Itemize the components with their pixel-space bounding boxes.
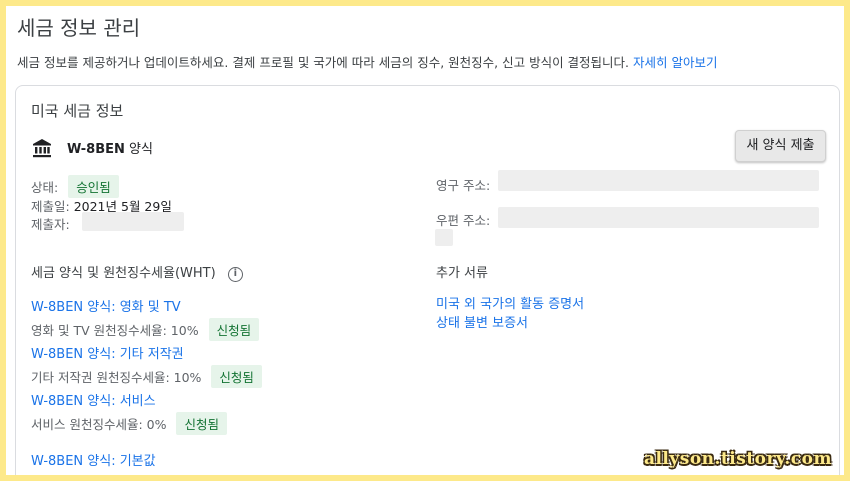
form-suffix: 양식 bbox=[124, 142, 153, 157]
permanent-address-redacted bbox=[498, 170, 819, 191]
wht-section-title: 세금 양식 및 원천징수세율(WHT) i bbox=[31, 262, 243, 282]
applied-badge: 신청됨 bbox=[211, 365, 262, 388]
applied-badge: 신청됨 bbox=[176, 412, 227, 435]
submit-new-form-button[interactable]: 새 양식 제출 bbox=[735, 130, 826, 162]
wht-rate-row: 서비스 원천징수세율: 0% 신청됨 bbox=[31, 412, 227, 435]
wht-link-services[interactable]: W-8BEN 양식: 서비스 bbox=[31, 390, 156, 409]
wht-rate-text: 영화 및 TV 원천징수세율: 10% bbox=[31, 323, 199, 338]
wht-link-film-tv[interactable]: W-8BEN 양식: 영화 및 TV bbox=[31, 296, 181, 315]
card-title: 미국 세금 정보 bbox=[31, 102, 124, 120]
status-label: 상태: bbox=[31, 180, 59, 195]
submitter-label: 제출자: bbox=[31, 217, 70, 232]
wht-rate-text: 서비스 원천징수세율: 0% bbox=[31, 417, 167, 432]
watermark: allyson.tistory.com bbox=[643, 449, 832, 469]
wht-rate-row: 기타 저작권 원천징수세율: 10% 신청됨 bbox=[31, 365, 262, 388]
learn-more-link[interactable]: 자세히 알아보기 bbox=[633, 55, 717, 70]
bank-icon bbox=[33, 139, 51, 158]
us-tax-info-card: 미국 세금 정보 W-8BEN 양식 새 양식 제출 상태: 승인됨 제출일: … bbox=[15, 85, 840, 475]
applied-badge: 신청됨 bbox=[208, 318, 260, 341]
doc-link-foreign-activity[interactable]: 미국 외 국가의 활동 증명서 bbox=[436, 293, 584, 312]
mailing-address-redacted bbox=[498, 207, 819, 228]
status-badge: 승인됨 bbox=[68, 175, 119, 198]
permanent-address-label: 영구 주소: bbox=[436, 178, 491, 193]
status-row: 상태: 승인됨 bbox=[31, 175, 119, 198]
wht-link-default[interactable]: W-8BEN 양식: 기본값 bbox=[31, 450, 156, 469]
wht-title-text: 세금 양식 및 원천징수세율(WHT) bbox=[31, 266, 216, 281]
permanent-address-row: 영구 주소: bbox=[436, 175, 490, 194]
mailing-address-row: 우편 주소: bbox=[436, 210, 490, 229]
wht-link-other-copyright[interactable]: W-8BEN 양식: 기타 저작권 bbox=[31, 343, 184, 362]
mailing-address-redacted-2 bbox=[435, 229, 453, 246]
wht-rate-text: 기타 저작권 원천징수세율: 10% bbox=[31, 370, 202, 385]
submitted-label: 제출일: bbox=[31, 199, 70, 214]
submitter-redacted bbox=[82, 212, 184, 231]
info-icon[interactable]: i bbox=[227, 267, 243, 282]
additional-docs-title: 추가 서류 bbox=[436, 266, 488, 281]
form-code: W-8BEN bbox=[67, 142, 125, 157]
doc-link-status-warranty[interactable]: 상태 불변 보증서 bbox=[436, 312, 528, 331]
mailing-address-label: 우편 주소: bbox=[436, 213, 491, 228]
submitter-row: 제출자: bbox=[31, 214, 70, 233]
page-title: 세금 정보 관리 bbox=[17, 16, 141, 40]
form-name: W-8BEN 양식 bbox=[67, 138, 153, 157]
description-text: 세금 정보를 제공하거나 업데이트하세요. 결제 프로필 및 국가에 따라 세금… bbox=[17, 55, 630, 70]
page-description: 세금 정보를 제공하거나 업데이트하세요. 결제 프로필 및 국가에 따라 세금… bbox=[17, 52, 718, 71]
tax-settings-panel: 세금 정보 관리 세금 정보를 제공하거나 업데이트하세요. 결제 프로필 및 … bbox=[6, 6, 844, 475]
wht-rate-row: 영화 및 TV 원천징수세율: 10% 신청됨 bbox=[31, 318, 260, 341]
